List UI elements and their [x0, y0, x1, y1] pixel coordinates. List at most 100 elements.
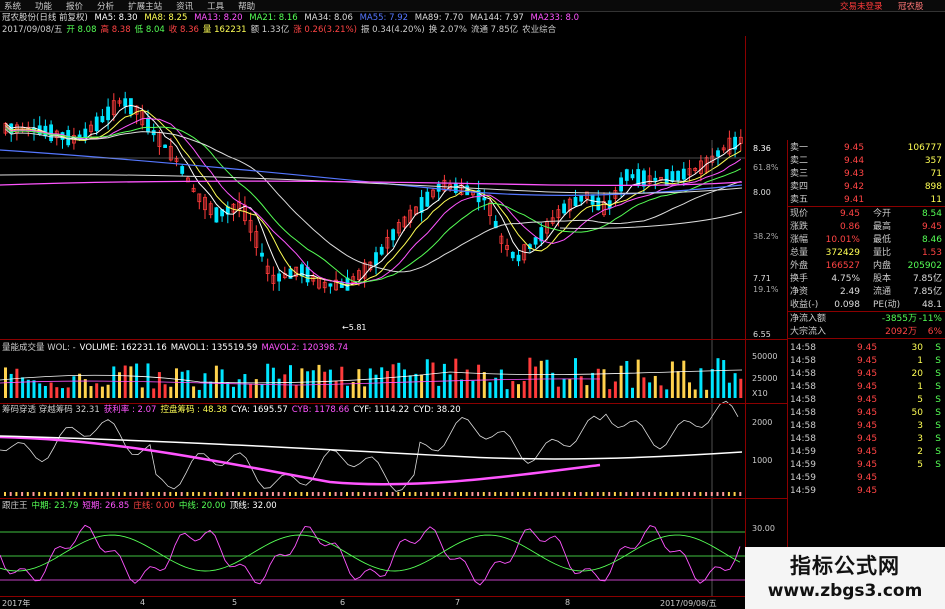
date-axis-label-4: 7 — [455, 598, 461, 607]
date-axis-label-5: 8 — [565, 598, 571, 607]
mid-term-line — [0, 534, 741, 572]
chip-bar — [596, 492, 599, 496]
tick-time: 14:58 — [790, 421, 816, 431]
chip-bar — [380, 492, 383, 496]
candle-body — [425, 191, 430, 207]
osc-field-4: 中线: 20.00 — [178, 501, 226, 511]
tick-volume: 1 — [917, 382, 923, 392]
candle-body — [94, 116, 99, 132]
tick-row: 14:58 9.45 1 S — [787, 381, 945, 393]
candle-body — [43, 125, 48, 137]
tick-price: 9.45 — [857, 486, 878, 496]
chip-bar — [163, 492, 166, 496]
candle-body — [146, 118, 150, 133]
volume-bar — [186, 370, 190, 398]
volume-bar — [351, 381, 355, 398]
chip-bar — [214, 492, 217, 496]
tick-price: 9.45 — [857, 369, 878, 379]
chip-bar — [289, 492, 291, 496]
tick-time: 14:58 — [790, 434, 816, 444]
chip-bar — [106, 492, 109, 496]
stat-value-2: 7.85亿 — [912, 287, 942, 297]
chip-field-4: CYB: 1178.66 — [291, 405, 350, 415]
stat-row: 换手 4.75% 股本 7.85亿 — [787, 273, 945, 285]
flow-label: 大宗流入 — [790, 327, 827, 337]
candle-body — [277, 273, 282, 282]
volume-chart[interactable] — [0, 357, 743, 398]
ask-label: 卖三 — [790, 169, 809, 179]
chip-bar — [32, 492, 35, 496]
chip-bar — [328, 492, 331, 496]
volume-bar — [420, 374, 424, 398]
chip-bar — [254, 492, 257, 496]
chip-bar — [135, 492, 138, 496]
chip-bar — [670, 492, 673, 496]
candle-body — [214, 207, 219, 223]
watermark-title: 指标公式网 — [790, 554, 900, 578]
stats-divider — [787, 311, 945, 312]
ask-volume: 11 — [930, 195, 942, 205]
volume-bar — [699, 368, 703, 398]
volume-bar — [232, 386, 235, 398]
volume-bar — [653, 375, 657, 398]
chip-bar — [442, 492, 445, 496]
tick-direction: S — [935, 395, 941, 405]
chip-bar — [209, 492, 212, 496]
tick-direction: S — [935, 460, 941, 470]
chip-bar — [311, 492, 314, 496]
volume-bar — [78, 373, 82, 398]
chip-bar — [437, 492, 440, 496]
stat-value-2: 8.54 — [921, 209, 942, 219]
chip-bar — [653, 492, 656, 496]
volume-bar — [522, 380, 526, 398]
volume-bar — [670, 361, 674, 398]
price-axis-label-5: 19.1% — [753, 285, 779, 294]
oscillator-header: 跟庄王 中期: 23.79 短期: 26.85 庄线: 0.00 中线: 20.00 顶线… — [2, 501, 281, 512]
stat-value: 10.01% — [825, 235, 860, 245]
flow-label: 净流入额 — [790, 314, 827, 324]
chip-bar — [351, 492, 354, 496]
chip-bar — [306, 492, 309, 496]
volume-bar — [180, 371, 184, 398]
tick-direction: S — [935, 343, 941, 353]
candle-body — [374, 252, 378, 266]
chip-bar — [334, 492, 337, 496]
stat-key-2: PE(动) — [873, 300, 901, 310]
chip-bar — [699, 492, 702, 496]
price-axis-label-0: 8.36 — [753, 144, 771, 153]
volume-bar — [61, 388, 64, 398]
chip-bar — [585, 492, 588, 496]
cyf-line — [0, 435, 743, 460]
candle-body — [163, 144, 168, 148]
tick-time: 14:58 — [790, 369, 816, 379]
volume-bar — [471, 380, 475, 398]
stat-key: 现价 — [790, 209, 809, 219]
stat-row: 总量 372429 量比 1.53 — [787, 247, 945, 259]
candle-body — [670, 171, 675, 182]
chip-bar — [294, 492, 297, 496]
volume-bar — [511, 381, 515, 398]
volume-bar — [682, 360, 686, 398]
volume-bar — [26, 379, 30, 398]
tick-volume: 2 — [917, 447, 923, 457]
volume-bar — [289, 365, 292, 398]
volume-bar — [328, 369, 332, 398]
volume-bar — [237, 379, 241, 398]
flow-value: 2092万 — [885, 327, 917, 337]
volume-field-0: 量能成交量 WOL: - — [2, 343, 76, 353]
volume-bar — [21, 377, 25, 398]
tick-time: 14:59 — [790, 447, 816, 457]
volume-panel-divider — [0, 339, 787, 340]
candle-body — [419, 197, 424, 213]
candle-body — [49, 124, 53, 142]
ask-label: 卖五 — [790, 195, 809, 205]
volume-bar — [100, 386, 104, 398]
chip-bar — [425, 492, 428, 496]
stat-value-2: 9.45 — [921, 222, 942, 232]
candle-body — [180, 166, 185, 174]
chip-bar — [271, 492, 274, 496]
oscillator-chart[interactable] — [0, 524, 745, 586]
osc-field-5: 顶线: 32.00 — [229, 501, 277, 511]
chip-bar — [283, 492, 286, 496]
volume-bar — [385, 370, 389, 398]
